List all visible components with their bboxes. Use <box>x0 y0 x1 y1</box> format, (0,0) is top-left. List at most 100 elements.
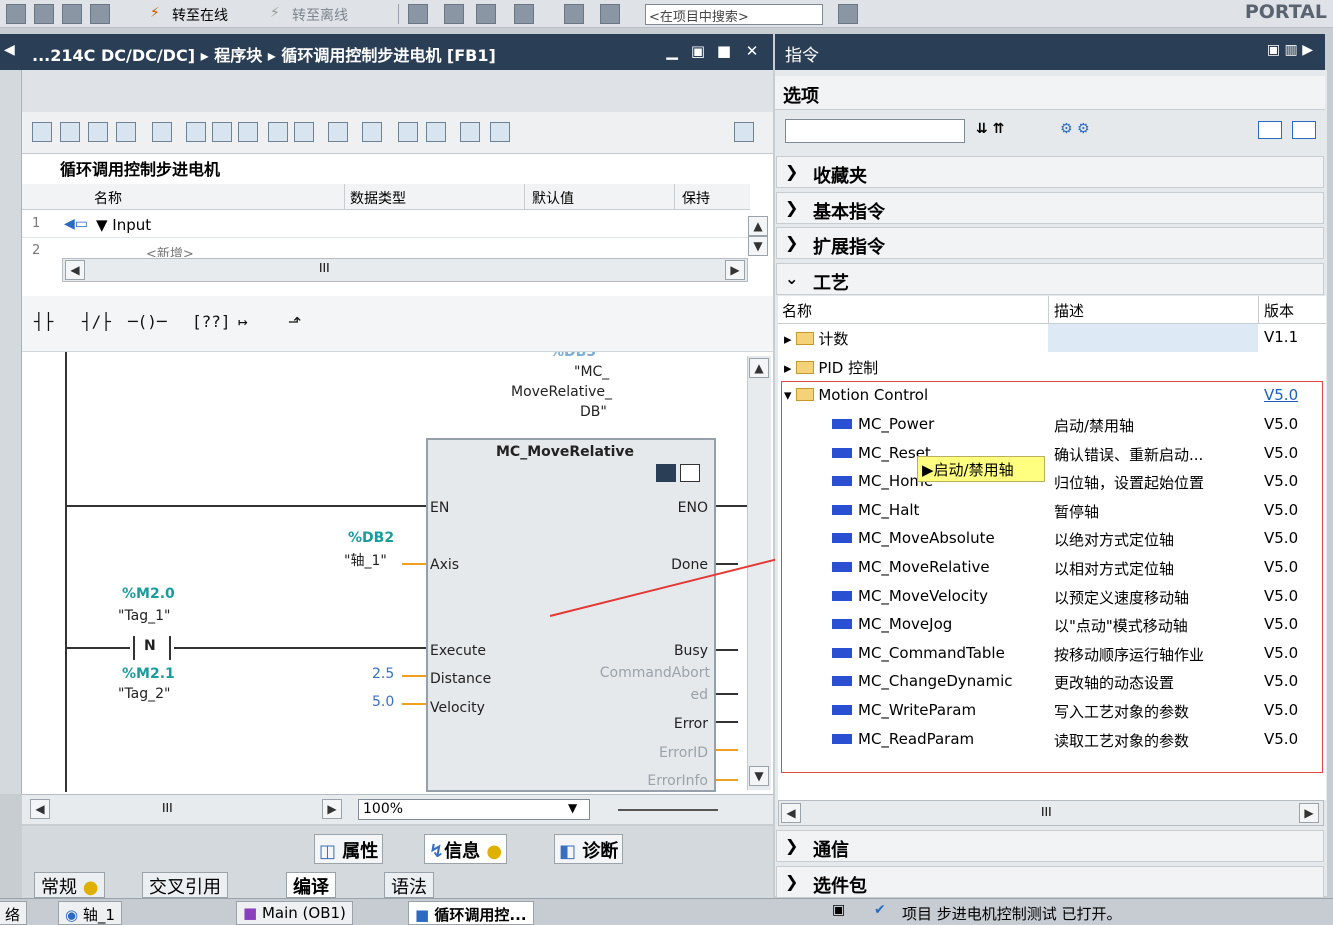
split-vertical-icon[interactable] <box>444 4 464 24</box>
category-basic[interactable]: ❯ 基本指令 <box>776 192 1324 224</box>
tool-icon-13[interactable] <box>426 122 446 142</box>
tab-syntax[interactable]: 语法 <box>384 872 434 898</box>
table-row[interactable]: 2 <新增> <box>22 239 750 257</box>
start-cpu-icon[interactable] <box>90 4 110 24</box>
category-extended[interactable]: ❯ 扩展指令 <box>776 227 1324 259</box>
nc-contact-icon[interactable]: ┤/├ <box>82 312 111 331</box>
simulate-icon[interactable] <box>62 4 82 24</box>
coil-icon[interactable]: ─()─ <box>128 312 167 331</box>
collapse-left-icon[interactable]: ◀ <box>4 42 15 58</box>
window-v-icon[interactable] <box>600 4 620 24</box>
interface-header: 名称 数据类型 默认值 保持 <box>22 184 750 210</box>
col-retain: 保持 <box>682 191 710 207</box>
empty-box-icon[interactable]: [??] <box>192 312 231 331</box>
tool-icon-7[interactable] <box>212 122 232 142</box>
upload-icon[interactable] <box>34 4 54 24</box>
category-option-packages[interactable]: ❯ 选件包 <box>776 866 1324 898</box>
view-mode-icon[interactable] <box>1258 121 1282 139</box>
breadcrumb: ...214C DC/DC/DC] ▸ 程序块 ▸ 循环调用控制步进电机 [FB… <box>32 46 496 65</box>
scroll-right-icon[interactable]: ▶ <box>725 260 745 280</box>
category-technology[interactable]: ⌄ 工艺 <box>776 263 1324 295</box>
tree-hscrollbar[interactable]: ◀ III ▶ <box>778 800 1324 826</box>
instruction-search-input[interactable] <box>785 119 965 143</box>
panel-controls-icon[interactable]: ▣ ▥ ▶ <box>1267 42 1313 58</box>
zoom-select[interactable]: 100% <box>358 799 590 820</box>
editor-title-bar: ◀ ...214C DC/DC/DC] ▸ 程序块 ▸ 循环调用控制步进电机 [… <box>0 34 773 70</box>
fb-title: MC_MoveRelative <box>496 444 635 460</box>
scroll-down-icon[interactable]: ▼ <box>748 236 768 256</box>
open-branch-icon[interactable]: ↦ <box>238 312 248 331</box>
col-type: 数据类型 <box>350 191 406 207</box>
editor-toolbar <box>22 112 773 154</box>
float-icon[interactable]: ▣ <box>690 43 706 59</box>
task-fb[interactable]: ■ 循环调用控... <box>408 901 534 925</box>
go-offline-icon[interactable]: ⚡ <box>270 5 280 21</box>
fb-lock-icon[interactable] <box>656 464 676 482</box>
comment-icon[interactable] <box>268 122 288 142</box>
go-offline-button[interactable]: 转至离线 <box>292 5 348 25</box>
editor-taskbar: 络 ◉ 轴_1 ■ Main (OB1) ■ 循环调用控... ▣ ✔ 项目 步… <box>0 898 1333 925</box>
tab-compile[interactable]: 编译 <box>286 872 336 898</box>
cross-icon[interactable] <box>514 4 534 24</box>
tool-icon-9[interactable] <box>294 122 314 142</box>
tool-icon-5[interactable] <box>152 122 172 142</box>
tool-icon-14[interactable] <box>460 122 480 142</box>
tool-icon-6[interactable] <box>186 122 206 142</box>
search-down-icon[interactable]: ⇊ ⇈ <box>976 121 1004 137</box>
go-online-button[interactable]: 转至在线 <box>172 5 228 25</box>
close-icon[interactable]: ✕ <box>744 43 760 59</box>
no-contact-icon[interactable]: ┤├ <box>34 312 53 331</box>
tab-crossref[interactable]: 交叉引用 <box>142 872 228 898</box>
status-icon: ▣ <box>832 902 846 918</box>
maximize-icon[interactable]: ■ <box>716 43 732 59</box>
tool-icon-12[interactable] <box>398 122 418 142</box>
properties-tab[interactable]: ◫ 属性 <box>314 834 384 864</box>
check-icon: ✔ <box>874 902 886 918</box>
folder-icon <box>796 332 815 345</box>
diagnostics-tab[interactable]: ◧ 诊断 <box>554 834 624 864</box>
task-axis[interactable]: ◉ 轴_1 <box>58 901 122 925</box>
category-communication[interactable]: ❯ 通信 <box>776 830 1324 862</box>
tab-general[interactable]: 常规 ● <box>34 872 106 898</box>
tool-icon-3[interactable] <box>88 122 108 142</box>
tool-icon-16[interactable] <box>734 122 754 142</box>
chevron-down-icon[interactable]: ▼ <box>568 801 577 815</box>
tree-folder-counting[interactable]: ▸ 计数 V1.1 <box>778 324 1326 352</box>
tool-icon-15[interactable] <box>490 122 510 142</box>
task-network[interactable]: 络 <box>0 901 28 925</box>
split-horizontal-icon[interactable] <box>476 4 496 24</box>
scroll-up-icon[interactable]: ▲ <box>748 216 768 236</box>
task-main[interactable]: ■ Main (OB1) <box>236 901 353 925</box>
go-online-icon[interactable]: ⚡ <box>150 5 160 21</box>
search-go-icon[interactable] <box>838 4 858 24</box>
tree-folder-pid[interactable]: ▸ PID 控制 <box>778 353 1326 381</box>
tool-icon-11[interactable] <box>362 122 382 142</box>
zoom-slider[interactable] <box>618 809 718 811</box>
n-contact[interactable]: N <box>144 638 156 654</box>
scroll-left-icon[interactable]: ◀ <box>65 260 85 280</box>
close-branch-icon[interactable]: ⬏ <box>288 312 301 331</box>
project-search-input[interactable]: <在项目中搜索> <box>645 4 823 25</box>
interface-hscrollbar[interactable]: ◀ III ▶ <box>62 258 748 282</box>
tool-icon-2[interactable] <box>60 122 80 142</box>
status-text: 项目 步进电机控制测试 已打开。 <box>902 905 1122 923</box>
info-tab[interactable]: ↯信息 ● <box>424 834 508 864</box>
editor-strip <box>22 70 773 112</box>
fb-config-icon[interactable] <box>680 464 700 482</box>
view-mode-2-icon[interactable] <box>1292 121 1316 139</box>
window-h-icon[interactable] <box>564 4 584 24</box>
instructions-title: 指令 <box>785 46 819 66</box>
download-icon[interactable] <box>6 4 26 24</box>
tooltip: ▶启动/禁用轴 <box>917 456 1045 482</box>
col-default: 默认值 <box>532 191 574 207</box>
tool-icon-4[interactable] <box>116 122 136 142</box>
col-name: 名称 <box>94 191 122 207</box>
tool-icon-8[interactable] <box>238 122 258 142</box>
view-icons[interactable]: ⚙ ⚙ <box>1060 121 1090 137</box>
table-row[interactable]: 1 ◀▭ ▼ Input <box>22 212 750 238</box>
tool-icon-10[interactable] <box>328 122 348 142</box>
tool-icon-1[interactable] <box>32 122 52 142</box>
accessible-devices-icon[interactable] <box>408 4 428 24</box>
minimize-icon[interactable]: ▁ <box>664 43 680 59</box>
category-favorites[interactable]: ❯ 收藏夹 <box>776 156 1324 188</box>
